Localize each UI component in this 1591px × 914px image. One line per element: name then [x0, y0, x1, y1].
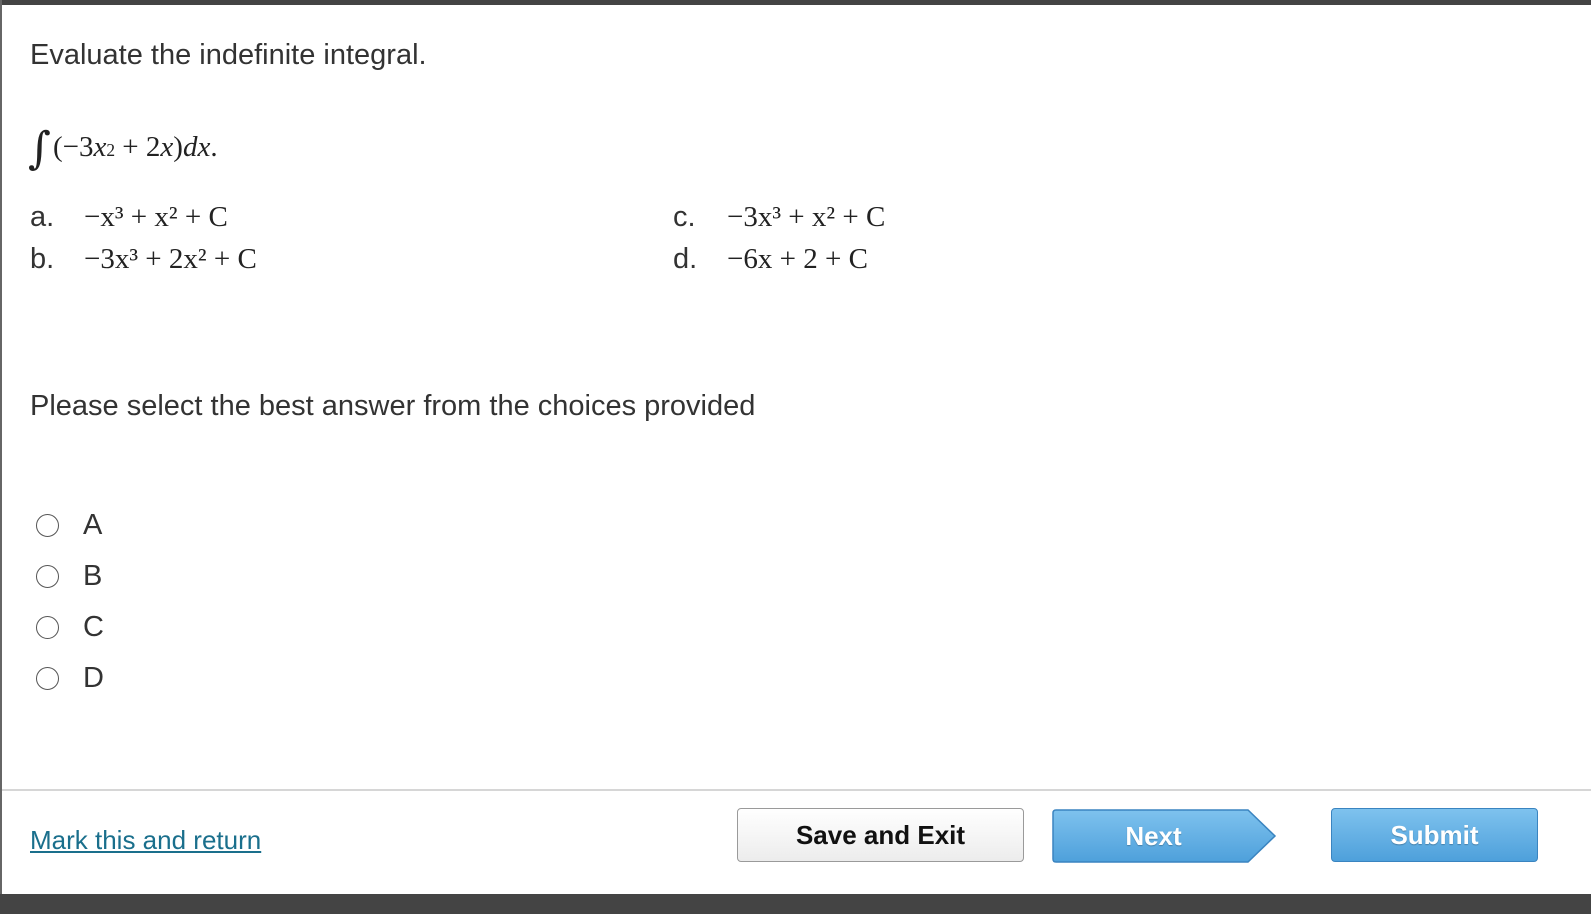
choice-c: c. −3x³ + x² + C — [673, 201, 885, 234]
save-and-exit-button[interactable]: Save and Exit — [737, 808, 1024, 862]
choice-expression: −6x + 2 + C — [727, 243, 868, 275]
question-panel: Evaluate the indefinite integral. ∫(−3x2… — [0, 5, 1591, 894]
choice-expression: −x³ + x² + C — [84, 201, 228, 233]
next-button[interactable]: Next — [1052, 809, 1277, 863]
choice-letter: a. — [30, 201, 55, 233]
option-d[interactable]: D — [36, 653, 104, 704]
choice-letter: b. — [30, 243, 55, 275]
footer-divider — [2, 789, 1591, 791]
next-button-label: Next — [1125, 820, 1182, 851]
question-prompt: Evaluate the indefinite integral. — [30, 39, 427, 71]
radio-button[interactable] — [36, 514, 59, 537]
option-label[interactable]: A — [83, 509, 102, 542]
option-b[interactable]: B — [36, 551, 104, 602]
option-label[interactable]: B — [83, 560, 102, 593]
choice-b: b. −3x³ + 2x² + C — [30, 243, 257, 276]
radio-button[interactable] — [36, 616, 59, 639]
mark-and-return-link[interactable]: Mark this and return — [30, 825, 261, 856]
choice-d: d. −6x + 2 + C — [673, 243, 868, 276]
option-label[interactable]: C — [83, 611, 104, 644]
choice-expression: −3x³ + x² + C — [727, 201, 886, 233]
choice-expression: −3x³ + 2x² + C — [84, 243, 257, 275]
integral-sign: ∫ — [28, 123, 51, 174]
answer-options: A B C D — [36, 500, 104, 704]
integral-expression: ∫(−3x2 + 2x)dx. — [28, 123, 218, 174]
option-a[interactable]: A — [36, 500, 104, 551]
radio-button[interactable] — [36, 667, 59, 690]
option-c[interactable]: C — [36, 602, 104, 653]
option-label[interactable]: D — [83, 662, 104, 695]
choice-a: a. −x³ + x² + C — [30, 201, 228, 234]
submit-button[interactable]: Submit — [1331, 808, 1538, 862]
choice-letter: d. — [673, 243, 698, 275]
answer-instruction: Please select the best answer from the c… — [30, 390, 756, 422]
choice-letter: c. — [673, 201, 696, 233]
radio-button[interactable] — [36, 565, 59, 588]
bottom-frame-border — [0, 894, 1591, 914]
